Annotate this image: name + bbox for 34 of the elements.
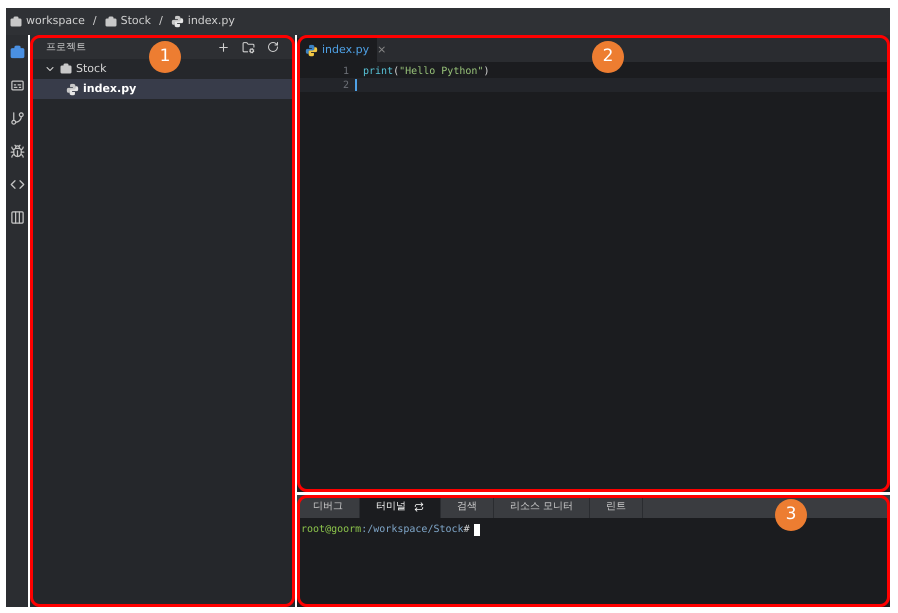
briefcase-icon [10, 16, 22, 28]
refresh-icon[interactable] [267, 40, 279, 52]
python-icon [305, 44, 318, 56]
branch-icon[interactable] [10, 111, 24, 126]
briefcase-icon[interactable] [10, 45, 24, 60]
terminal-prompt: root@goorm:/workspace/Stock# [301, 523, 470, 537]
folder-gear-icon[interactable] [242, 40, 255, 54]
panel-lines-icon[interactable] [10, 78, 24, 93]
breadcrumb-item[interactable]: Stock [120, 13, 152, 30]
line-number: 1 [342, 64, 349, 78]
breadcrumb-separator: / [159, 13, 163, 30]
tree-item[interactable]: Stock [30, 59, 114, 79]
columns-icon[interactable] [10, 210, 24, 225]
tree-item[interactable]: index.py [30, 79, 295, 99]
bug-icon[interactable] [10, 144, 24, 159]
annotation-number: 3 [775, 499, 807, 531]
breadcrumb-separator: / [92, 13, 97, 30]
breadcrumb-item[interactable]: workspace [26, 13, 85, 30]
annotation-number: 1 [149, 41, 181, 73]
briefcase-icon [104, 16, 117, 28]
code-icon[interactable] [10, 177, 24, 192]
close-icon[interactable]: × [377, 42, 386, 58]
add-icon[interactable] [217, 40, 230, 54]
breadcrumb-item[interactable]: index.py [188, 13, 235, 30]
repeat-icon[interactable] [414, 502, 424, 512]
python-icon [170, 15, 184, 28]
line-number: 2 [342, 78, 349, 92]
terminal-cursor [474, 524, 480, 536]
briefcase-icon [60, 63, 72, 75]
annotation-number: 2 [592, 41, 624, 73]
code-line: print("Hello Python") [363, 64, 490, 78]
text-cursor [355, 79, 357, 91]
python-icon [66, 82, 79, 96]
explorer-title: 프로젝트 [45, 40, 87, 54]
